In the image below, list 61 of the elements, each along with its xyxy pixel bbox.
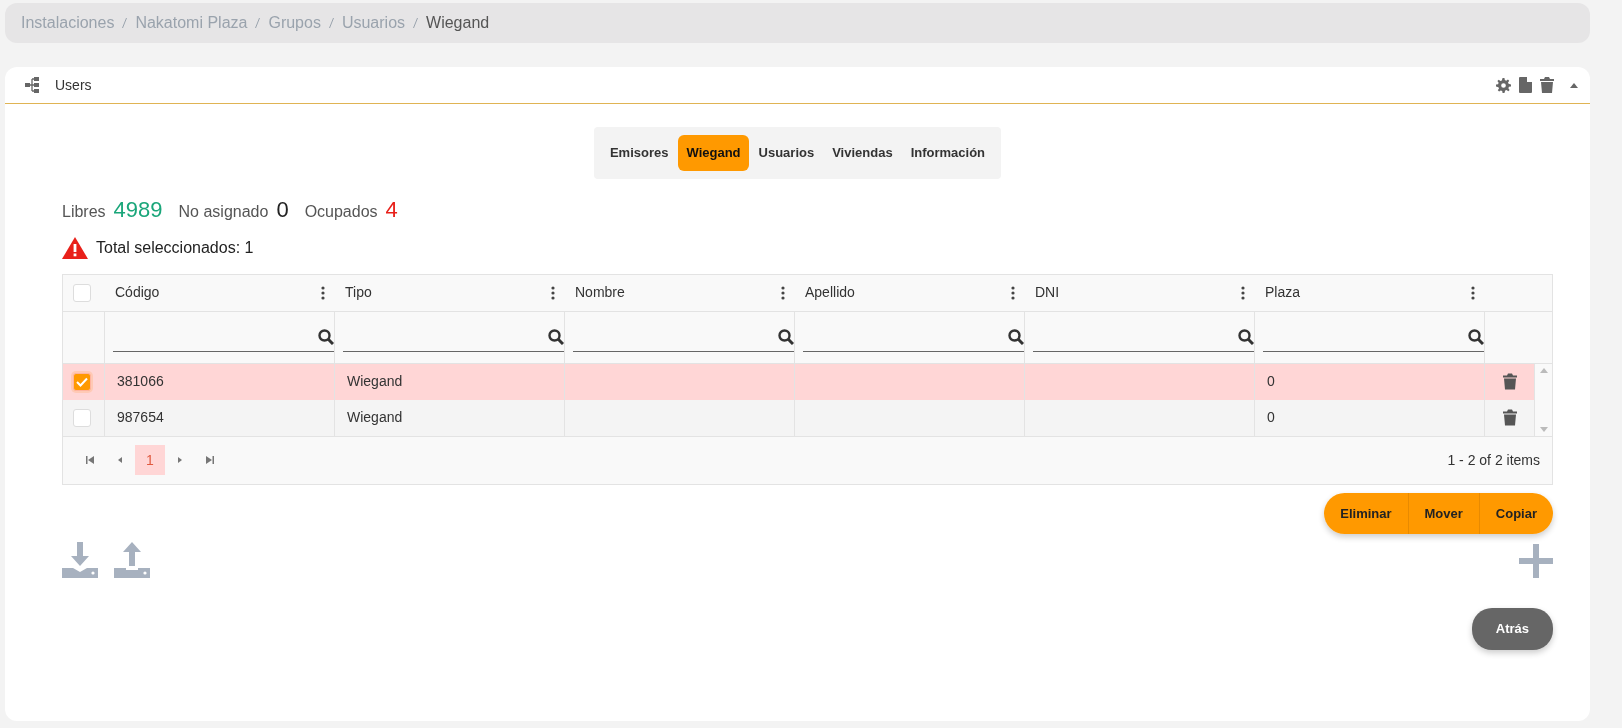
table-cell-text: 381066 [117,372,164,391]
column-menu-icon[interactable] [321,285,325,300]
stat-value: 4989 [113,195,163,224]
column-header[interactable]: Apellido [805,282,855,303]
search-icon[interactable] [548,328,564,345]
table-cell-text: 0 [1267,408,1275,427]
search-icon[interactable] [1008,328,1024,345]
search-icon[interactable] [1468,328,1484,345]
document-icon[interactable] [1519,77,1532,93]
stat-value: 0 [276,195,289,224]
slash-separator-icon [122,18,128,28]
search-icon[interactable] [318,328,334,345]
stat-label: No asignado [178,201,269,222]
selection-count: Total seleccionados: 1 [96,237,254,258]
tab[interactable]: Información [902,135,994,171]
trash-icon[interactable] [1502,409,1517,426]
column-header[interactable]: DNI [1035,282,1060,303]
column-menu-icon[interactable] [1011,285,1015,300]
stat-label: Libres [62,201,106,222]
row-checkbox[interactable] [73,372,91,391]
column-menu-icon[interactable] [551,285,555,300]
table-row[interactable]: 987654 Wiegand 0 [63,399,1552,436]
search-icon[interactable] [1238,328,1254,345]
table-row[interactable]: 381066 Wiegand 0 [63,363,1552,400]
back-button[interactable]: Atrás [1471,608,1553,650]
action-button[interactable]: Eliminar [1324,492,1409,534]
column-header[interactable]: Plaza [1265,282,1301,303]
table-cell-text: 987654 [117,408,164,427]
tab[interactable]: Viviendas [824,135,901,171]
table-cell-text: 0 [1267,372,1275,391]
trash-icon[interactable] [1502,373,1517,390]
column-header[interactable]: Código [115,282,160,303]
collapse-icon[interactable] [1570,82,1578,88]
slash-separator-icon [328,18,334,28]
select-all-checkbox[interactable] [73,283,91,302]
hierarchy-icon [25,77,39,93]
first-page-icon[interactable] [85,455,95,465]
column-menu-icon[interactable] [1471,285,1475,300]
column-menu-icon[interactable] [1241,285,1245,300]
tab[interactable]: Wiegand [678,135,749,171]
table-cell-text: Wiegand [347,372,403,391]
action-button[interactable]: Mover [1408,492,1480,534]
column-header[interactable]: Nombre [575,282,625,303]
stat-value: 4 [385,195,398,224]
tab[interactable]: Usuarios [750,135,823,171]
panel-title: Users [55,75,92,95]
slash-separator-icon [255,18,261,28]
trash-icon[interactable] [1540,77,1554,93]
settings-icon[interactable] [1496,77,1511,93]
slash-separator-icon [413,18,419,28]
column-header[interactable]: Tipo [345,282,372,303]
column-menu-icon[interactable] [781,285,785,300]
last-page-icon[interactable] [205,455,215,465]
warning-icon [62,236,88,259]
action-button[interactable]: Copiar [1479,492,1553,534]
pager-summary: 1 - 2 of 2 items [1447,450,1540,470]
table-cell-text: Wiegand [347,408,403,427]
tab[interactable]: Emisores [601,135,677,171]
row-checkbox[interactable] [73,408,91,427]
stat-label: Ocupados [304,201,378,222]
search-icon[interactable] [778,328,794,345]
